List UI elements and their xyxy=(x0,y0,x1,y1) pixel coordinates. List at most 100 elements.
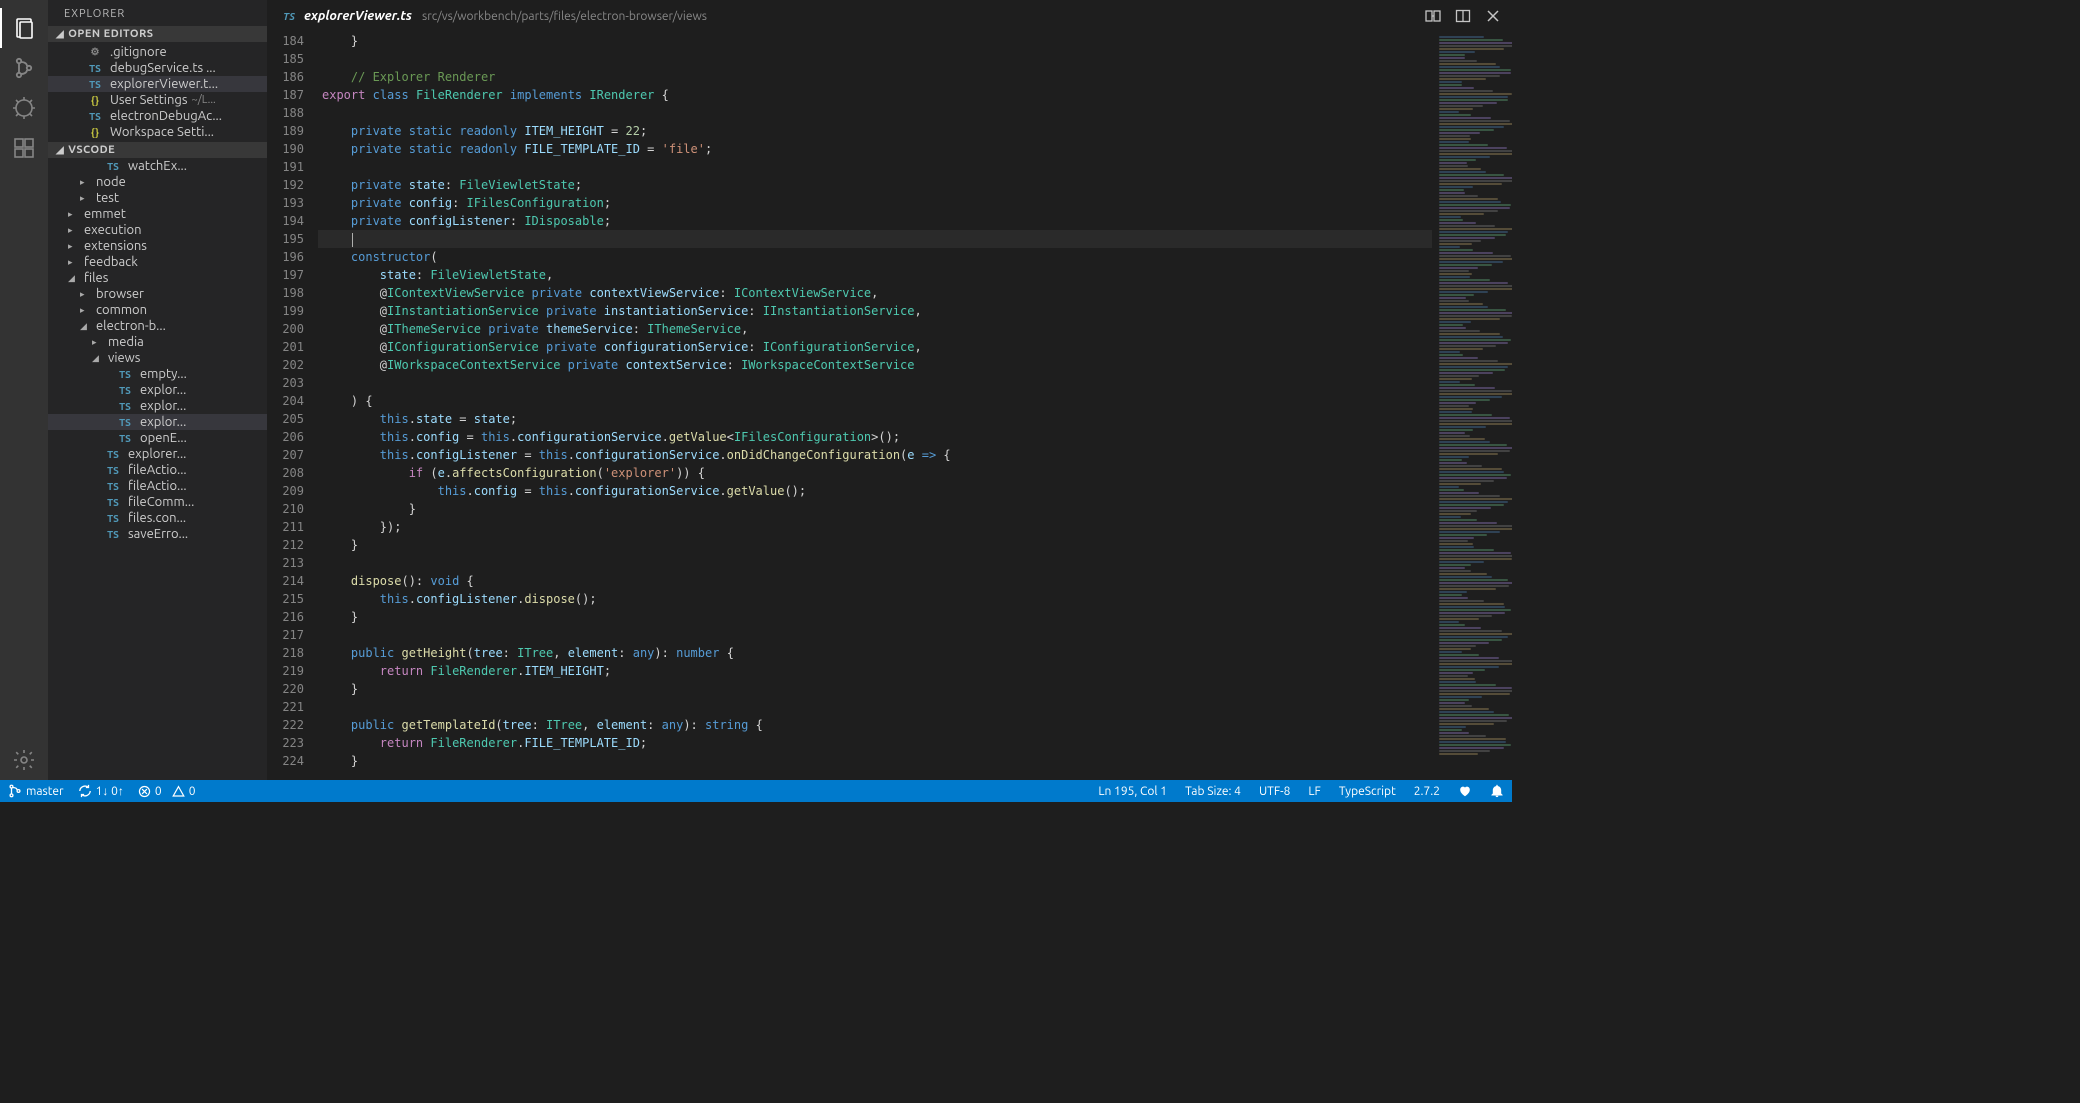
chevron-icon: ▸ xyxy=(80,289,90,300)
tree-folder[interactable]: ◢ files xyxy=(48,270,267,286)
ts-file-icon: TS xyxy=(114,417,136,428)
tree-item-label: media xyxy=(108,335,144,349)
chevron-icon: ▸ xyxy=(68,257,78,268)
file-name: debugService.ts ... xyxy=(110,61,216,75)
json-file-icon: {} xyxy=(84,127,106,138)
open-editor-item[interactable]: ⚙.gitignore xyxy=(48,44,267,60)
chevron-icon: ▸ xyxy=(68,225,78,236)
tree-item-label: explor... xyxy=(140,383,186,397)
file-name: Workspace Setti... xyxy=(110,125,214,139)
tree-file[interactable]: TS fileActio... xyxy=(48,478,267,494)
tree-file[interactable]: TS explorer... xyxy=(48,446,267,462)
tree-file[interactable]: TS explor... xyxy=(48,414,267,430)
settings-gear-icon[interactable] xyxy=(0,740,48,780)
tree-folder[interactable]: ▸feedback xyxy=(48,254,267,270)
tree-folder[interactable]: ▸execution xyxy=(48,222,267,238)
tree-file[interactable]: TSwatchEx... xyxy=(48,158,267,174)
open-editors-header[interactable]: ◢ OPEN EDITORS xyxy=(48,26,267,42)
debug-activity-icon[interactable] xyxy=(0,88,48,128)
open-editors-label: OPEN EDITORS xyxy=(68,28,153,40)
language-mode-status[interactable]: TypeScript xyxy=(1339,785,1396,798)
branch-name: master xyxy=(26,785,64,798)
gear-file-icon: ⚙ xyxy=(84,46,106,58)
tree-item-label: fileActio... xyxy=(128,479,187,493)
open-editor-item[interactable]: TS debugService.ts ... xyxy=(48,60,267,76)
code-content[interactable]: } // Explorer Rendererexport class FileR… xyxy=(318,32,1432,780)
ts-file-icon: TS xyxy=(114,385,136,396)
editor-body[interactable]: 1841851861871881891901911921931941951961… xyxy=(268,32,1512,780)
git-branch-status[interactable]: master xyxy=(8,784,64,798)
tree-file[interactable]: TSfileComm... xyxy=(48,494,267,510)
ts-file-icon: TS xyxy=(102,449,124,460)
tree-folder[interactable]: ▸ node xyxy=(48,174,267,190)
tab-size-status[interactable]: Tab Size: 4 xyxy=(1185,785,1241,798)
chevron-icon: ▸ xyxy=(80,177,90,188)
errors-count: 0 xyxy=(155,785,162,798)
tree-folder[interactable]: ▸media xyxy=(48,334,267,350)
open-editors-list: ⚙.gitignore TS debugService.ts ...TSexplor… xyxy=(48,42,267,142)
feedback-icon[interactable] xyxy=(1458,784,1472,798)
open-editor-item[interactable]: {}User Settings~/L... xyxy=(48,92,267,108)
chevron-icon: ◢ xyxy=(68,273,78,284)
sync-status[interactable]: 1↓ 0↑ xyxy=(78,784,124,798)
tree-file[interactable]: TS saveErro... xyxy=(48,526,267,542)
tree-file[interactable]: TSfiles.con... xyxy=(48,510,267,526)
explorer-sidebar: EXPLORER ◢ OPEN EDITORS ⚙.gitignore TS deb… xyxy=(48,0,268,780)
open-editor-item[interactable]: TSelectronDebugAc... xyxy=(48,108,267,124)
file-name: User Settings xyxy=(110,93,188,107)
ts-file-icon: TS xyxy=(102,481,124,492)
activity-bar xyxy=(0,0,48,780)
encoding-status[interactable]: UTF-8 xyxy=(1259,785,1290,798)
editor-tabbar: TS explorerViewer.ts src/vs/workbench/pa… xyxy=(268,0,1512,32)
editor-tab[interactable]: TS explorerViewer.ts src/vs/workbench/pa… xyxy=(278,9,707,23)
tree-item-label: browser xyxy=(96,287,144,301)
scm-activity-icon[interactable] xyxy=(0,48,48,88)
notifications-icon[interactable] xyxy=(1490,784,1504,798)
open-editor-item[interactable]: {} Workspace Setti... xyxy=(48,124,267,140)
eol-status[interactable]: LF xyxy=(1308,785,1320,798)
tree-folder[interactable]: ▸extensions xyxy=(48,238,267,254)
tree-item-label: common xyxy=(96,303,147,317)
tree-folder[interactable]: ▸ browser xyxy=(48,286,267,302)
chevron-icon: ▸ xyxy=(80,305,90,316)
chevron-icon: ▸ xyxy=(68,241,78,252)
ts-file-icon: TS xyxy=(102,497,124,508)
close-editor-icon[interactable] xyxy=(1482,5,1504,27)
tree-item-label: explorer... xyxy=(128,447,186,461)
sidebar-title: EXPLORER xyxy=(48,0,267,26)
tree-item-label: files xyxy=(84,271,108,285)
ts-file-icon: TS xyxy=(278,11,300,22)
tree-folder[interactable]: ◢electron-b... xyxy=(48,318,267,334)
tab-filename: explorerViewer.ts xyxy=(304,9,412,23)
explorer-activity-icon[interactable] xyxy=(0,8,48,48)
cursor-position-status[interactable]: Ln 195, Col 1 xyxy=(1098,785,1167,798)
tree-item-label: explor... xyxy=(140,415,186,429)
tree-folder[interactable]: ▸ common xyxy=(48,302,267,318)
tree-item-label: empty... xyxy=(140,367,187,381)
ts-file-icon: TS xyxy=(84,63,106,74)
tree-file[interactable]: TSempty... xyxy=(48,366,267,382)
tree-folder[interactable]: ▸test xyxy=(48,190,267,206)
tree-item-label: explor... xyxy=(140,399,186,413)
tree-file[interactable]: TSopenE... xyxy=(48,430,267,446)
tree-file[interactable]: TS explor... xyxy=(48,382,267,398)
minimap[interactable] xyxy=(1432,32,1512,780)
tree-item-label: node xyxy=(96,175,126,189)
split-editor-icon[interactable] xyxy=(1452,5,1474,27)
tree-folder[interactable]: ▸emmet xyxy=(48,206,267,222)
line-number-gutter: 1841851861871881891901911921931941951961… xyxy=(268,32,318,780)
ts-file-icon: TS xyxy=(114,401,136,412)
extensions-activity-icon[interactable] xyxy=(0,128,48,168)
compare-changes-icon[interactable] xyxy=(1422,5,1444,27)
tree-file[interactable]: TSfileActio... xyxy=(48,462,267,478)
ts-file-icon: TS xyxy=(102,529,124,540)
chevron-icon: ▸ xyxy=(68,209,78,220)
problems-status[interactable]: 0 0 xyxy=(138,785,196,798)
tree-item-label: watchEx... xyxy=(128,159,187,173)
workspace-header[interactable]: ◢ VSCODE xyxy=(48,142,267,158)
open-editor-item[interactable]: TSexplorerViewer.t... xyxy=(48,76,267,92)
tree-item-label: saveErro... xyxy=(128,527,188,541)
tree-folder[interactable]: ◢views xyxy=(48,350,267,366)
tree-file[interactable]: TS explor... xyxy=(48,398,267,414)
ts-version-status[interactable]: 2.7.2 xyxy=(1414,785,1440,798)
